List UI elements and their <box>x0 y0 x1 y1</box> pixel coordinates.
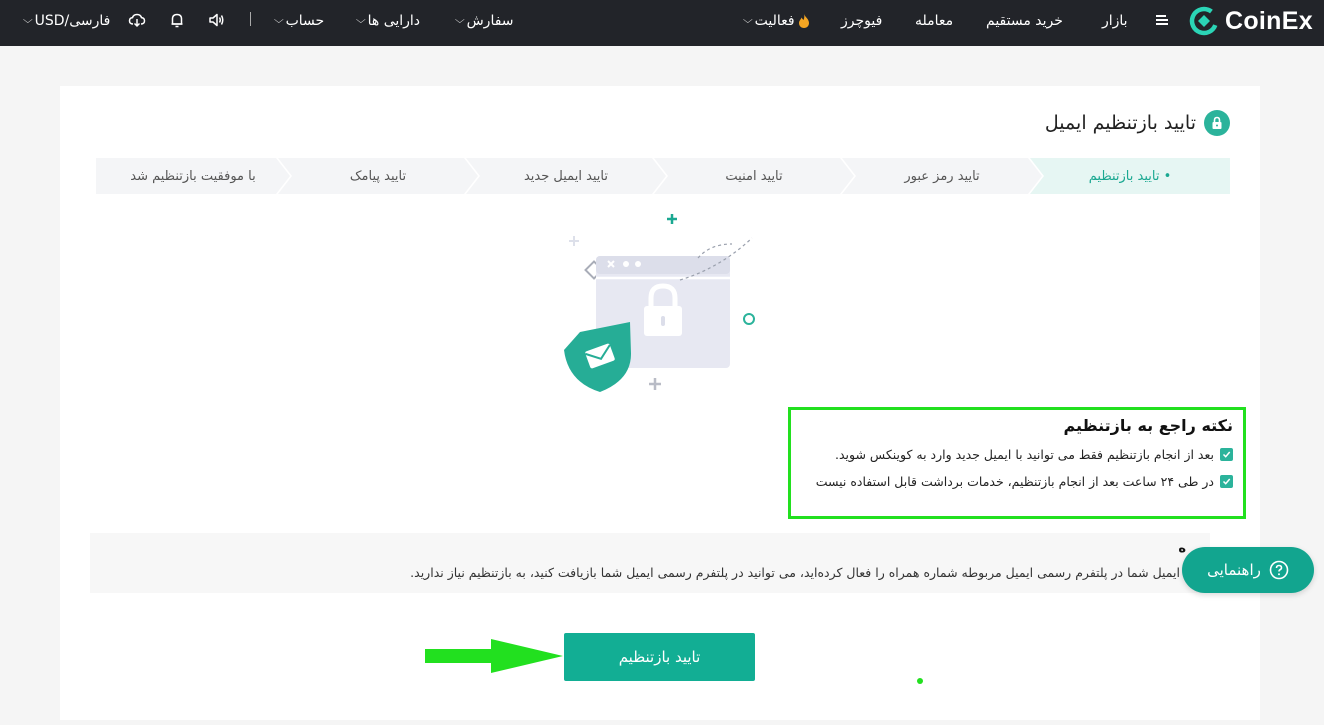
step-security: تایید امنیت <box>654 158 854 194</box>
step-success: با موفقیت بازتنظیم شد <box>96 158 290 194</box>
download-icon[interactable] <box>128 11 146 29</box>
checkbox-checked-icon <box>1220 448 1233 461</box>
email-security-illustration <box>564 214 755 392</box>
arrow-annotation-icon <box>425 639 563 673</box>
nav-orders[interactable]: سفارش ⌵ <box>454 10 514 32</box>
chevron-down-icon: ⌵ <box>355 15 366 26</box>
top-navigation: CoinEx بازار خرید مستقیم معامله فیوچرز ف… <box>0 0 1324 46</box>
bell-icon[interactable] <box>168 11 186 29</box>
step-password: تایید رمز عبور <box>842 158 1042 194</box>
confirm-reset-button[interactable]: تایید بازتنظیم <box>564 633 755 681</box>
chevron-down-icon: ⌵ <box>22 15 33 26</box>
nav-account[interactable]: حساب ⌵ <box>273 10 324 32</box>
menu-icon[interactable] <box>1153 11 1171 29</box>
speaker-icon[interactable] <box>207 11 225 29</box>
fire-icon <box>798 14 809 28</box>
step-sms: تایید پیامک <box>278 158 478 194</box>
lock-icon <box>1204 110 1230 136</box>
nav-assets[interactable]: دارایی ها ⌵ <box>355 10 420 32</box>
nav-market[interactable]: بازار <box>1102 10 1128 32</box>
help-circle-icon <box>1269 560 1289 580</box>
page-title-text: تایید بازتنظیم ایمیل <box>1044 112 1196 134</box>
language-currency-selector[interactable]: فارسی/USD ⌵ <box>22 10 110 32</box>
nav-futures[interactable]: فیوچرز <box>841 10 882 32</box>
coinex-logo-icon <box>1189 6 1219 36</box>
info-text: ایمیل شما در پلتفرم رسمی ایمیل مربوطه شم… <box>410 565 1180 580</box>
info-heading: ه <box>1178 541 1186 556</box>
logo-text: CoinEx <box>1225 6 1313 35</box>
green-dot-marker <box>917 678 923 684</box>
reset-notice-box: نکته راجع به بازتنظیم بعد از انجام بازتن… <box>788 407 1246 519</box>
notice-item: بعد از انجام بازتنظیم فقط می توانید با ا… <box>801 447 1233 462</box>
nav-direct-buy[interactable]: خرید مستقیم <box>986 10 1063 32</box>
guide-label: راهنمایی <box>1207 561 1261 579</box>
step-confirm-reset: • تایید بازتنظیم <box>1030 158 1230 194</box>
page-title: تایید بازتنظیم ایمیل <box>1045 110 1230 136</box>
nav-activity[interactable]: فعالیت ⌵ <box>742 10 810 32</box>
chevron-down-icon: ⌵ <box>273 15 284 26</box>
info-strip: ه ایمیل شما در پلتفرم رسمی ایمیل مربوطه … <box>90 533 1210 593</box>
chevron-down-icon: ⌵ <box>454 15 465 26</box>
nav-trade[interactable]: معامله <box>915 10 953 32</box>
notice-item: در طی ۲۴ ساعت بعد از انجام بازتنظیم، خدم… <box>801 474 1233 489</box>
step-new-email: تایید ایمیل جدید <box>466 158 666 194</box>
coinex-logo[interactable]: CoinEx <box>1189 5 1314 37</box>
main-card: تایید بازتنظیم ایمیل • تایید بازتنظیم تا… <box>60 86 1260 720</box>
chevron-down-icon: ⌵ <box>742 15 753 26</box>
nav-divider <box>250 12 251 26</box>
guide-button[interactable]: راهنمایی <box>1182 547 1314 593</box>
steps-progress: • تایید بازتنظیم تایید رمز عبور تایید ام… <box>96 158 1230 194</box>
checkbox-checked-icon <box>1220 475 1233 488</box>
notice-title: نکته راجع به بازتنظیم <box>1063 416 1233 435</box>
